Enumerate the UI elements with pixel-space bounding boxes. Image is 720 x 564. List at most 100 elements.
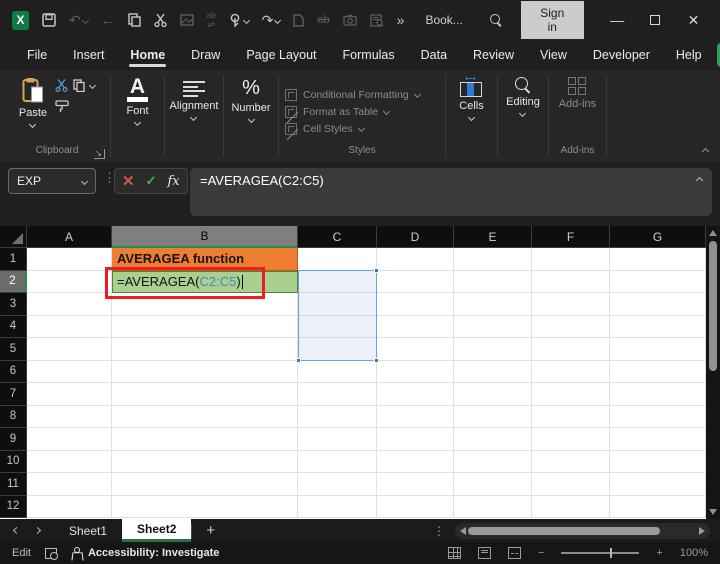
tab-help[interactable]: Help [665, 42, 713, 69]
tab-review[interactable]: Review [462, 42, 525, 69]
row-header-12[interactable]: 12 [0, 495, 27, 518]
insert-function-icon[interactable]: fx [167, 174, 179, 189]
cell-B11[interactable] [112, 473, 298, 496]
cell-G12[interactable] [610, 495, 706, 518]
cells-group[interactable]: Cells [446, 70, 497, 162]
cell-C11[interactable] [298, 473, 377, 496]
cell-A9[interactable] [27, 428, 112, 451]
save-icon[interactable] [42, 13, 56, 27]
cell-F3[interactable] [532, 293, 610, 316]
cell-E1[interactable] [454, 248, 532, 271]
cell-G8[interactable] [610, 405, 706, 428]
name-box-dropdown-icon[interactable] [80, 177, 89, 185]
column-header-C[interactable]: C [298, 226, 377, 248]
tab-insert[interactable]: Insert [62, 42, 115, 69]
sheet-options-icon[interactable]: ⋮ [433, 524, 455, 538]
zoom-slider-thumb[interactable] [609, 548, 613, 559]
row-header-7[interactable]: 7 [0, 383, 27, 406]
cell-B7[interactable] [112, 383, 298, 406]
cell-A2[interactable] [27, 270, 112, 293]
cut-icon[interactable] [154, 13, 167, 27]
vertical-scrollbar-thumb[interactable] [709, 241, 717, 371]
cancel-icon[interactable]: ✕ [122, 172, 135, 190]
normal-view-icon[interactable] [447, 547, 461, 559]
cell-E7[interactable] [454, 383, 532, 406]
clipboard-dialog-launcher[interactable]: ↘ [94, 149, 105, 159]
row-header-9[interactable]: 9 [0, 428, 27, 451]
cell-B4[interactable] [112, 315, 298, 338]
cell-F6[interactable] [532, 360, 610, 383]
tab-page-layout[interactable]: Page Layout [235, 42, 327, 69]
zoom-out-icon[interactable]: − [538, 547, 544, 559]
cell-F9[interactable] [532, 428, 610, 451]
tab-home[interactable]: Home [119, 42, 176, 69]
page-break-view-icon[interactable] [507, 547, 521, 559]
tab-formulas[interactable]: Formulas [332, 42, 406, 69]
scroll-up-icon[interactable] [709, 230, 717, 236]
cell-C1[interactable] [298, 248, 377, 271]
macro-record-icon[interactable] [44, 547, 58, 560]
cell-A5[interactable] [27, 338, 112, 361]
paste-button[interactable]: Paste [19, 77, 47, 129]
cell-C12[interactable] [298, 495, 377, 518]
maximize-button[interactable] [643, 12, 668, 28]
column-header-D[interactable]: D [377, 226, 454, 248]
redo-icon[interactable]: ↷ [262, 13, 282, 27]
cell-G2[interactable] [610, 270, 706, 293]
sheet-tab-sheet2[interactable]: Sheet2 [122, 519, 192, 542]
cell-B6[interactable] [112, 360, 298, 383]
cell-D3[interactable] [377, 293, 454, 316]
row-header-3[interactable]: 3 [0, 293, 27, 316]
cell-B5[interactable] [112, 338, 298, 361]
row-header-10[interactable]: 10 [0, 450, 27, 473]
cell-B9[interactable] [112, 428, 298, 451]
sign-in-button[interactable]: Sign in [520, 1, 584, 39]
cell-D2[interactable] [377, 270, 454, 293]
selected-range-c2-c5[interactable] [296, 268, 379, 363]
cell-F5[interactable] [532, 338, 610, 361]
minimize-button[interactable]: — [605, 12, 630, 28]
cell-A8[interactable] [27, 405, 112, 428]
cell-F4[interactable] [532, 315, 610, 338]
cell-D8[interactable] [377, 405, 454, 428]
close-button[interactable]: ✕ [681, 12, 706, 29]
cell-D9[interactable] [377, 428, 454, 451]
row-header-4[interactable]: 4 [0, 315, 27, 338]
cell-D10[interactable] [377, 450, 454, 473]
cell-E3[interactable] [454, 293, 532, 316]
cell-C10[interactable] [298, 450, 377, 473]
alignment-group[interactable]: Alignment [165, 70, 223, 162]
row-header-8[interactable]: 8 [0, 405, 27, 428]
cell-B10[interactable] [112, 450, 298, 473]
cell-A11[interactable] [27, 473, 112, 496]
cut-button[interactable] [55, 79, 68, 92]
cell-E11[interactable] [454, 473, 532, 496]
range-handle[interactable] [374, 268, 379, 273]
horizontal-scrollbar[interactable] [455, 522, 710, 539]
accessibility-status[interactable]: Accessibility: Investigate [71, 546, 219, 560]
range-handle[interactable] [296, 358, 301, 363]
cell-F2[interactable] [532, 270, 610, 293]
cell-D1[interactable] [377, 248, 454, 271]
tab-developer[interactable]: Developer [582, 42, 661, 69]
cell-D12[interactable] [377, 495, 454, 518]
cell-G3[interactable] [610, 293, 706, 316]
cell-A7[interactable] [27, 383, 112, 406]
column-header-G[interactable]: G [610, 226, 706, 248]
cell-B12[interactable] [112, 495, 298, 518]
cell-C6[interactable] [298, 360, 377, 383]
cell-E2[interactable] [454, 270, 532, 293]
cell-G9[interactable] [610, 428, 706, 451]
cell-A10[interactable] [27, 450, 112, 473]
font-group[interactable]: A Font [111, 70, 164, 162]
tab-draw[interactable]: Draw [180, 42, 231, 69]
scroll-right-icon[interactable] [699, 526, 705, 535]
column-header-E[interactable]: E [454, 226, 532, 248]
select-all-corner[interactable] [0, 226, 27, 248]
cell-A3[interactable] [27, 293, 112, 316]
range-handle[interactable] [374, 358, 379, 363]
cell-A1[interactable] [27, 248, 112, 271]
cell-E5[interactable] [454, 338, 532, 361]
column-header-B[interactable]: B [112, 226, 298, 248]
tab-data[interactable]: Data [410, 42, 458, 69]
